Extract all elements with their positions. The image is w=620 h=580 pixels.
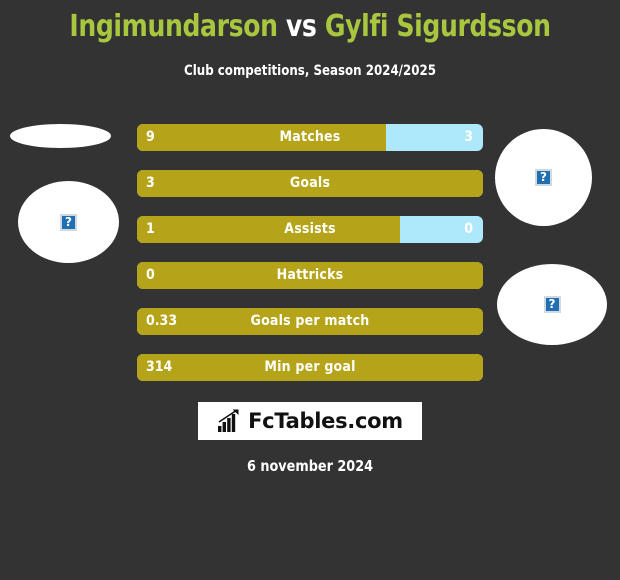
broken-image-icon: ? xyxy=(535,169,552,186)
stat-label: Matches xyxy=(279,129,341,145)
broken-image-icon: ? xyxy=(60,213,77,231)
logo-text: FcTables.com xyxy=(248,409,403,433)
stat-bar-row: 0.33 Goals per match xyxy=(137,308,483,335)
broken-image-glyph: ? xyxy=(540,170,547,184)
stat-bar-row: 3 Goals xyxy=(137,170,483,197)
stat-label: Min per goal xyxy=(264,359,356,375)
stat-bar-row: 9 Matches 3 xyxy=(137,124,483,151)
broken-image-glyph: ? xyxy=(65,214,72,229)
stat-label: Hattricks xyxy=(276,267,344,283)
footer-date: 6 november 2024 xyxy=(246,457,374,475)
stat-bar-list: 9 Matches 3 3 Goals 1 Assists 0 0 Hattricks 0.33 Go… xyxy=(137,124,483,400)
stat-bar-row: 1 Assists 0 xyxy=(137,216,483,243)
broken-image-glyph: ? xyxy=(548,297,556,311)
avatar-left-main: ? xyxy=(18,181,119,263)
bar-chart-arrow-icon xyxy=(218,409,239,432)
stat-bar-row: 0 Hattricks xyxy=(137,262,483,289)
avatar-left-top xyxy=(10,124,111,148)
versus-label: vs xyxy=(285,9,317,44)
stat-label: Goals per match xyxy=(250,313,370,329)
player-right-name: Gylfi Sigurdsson xyxy=(324,9,551,44)
avatar-right-main: ? xyxy=(497,264,607,345)
player-left-name: Ingimundarson xyxy=(69,9,278,44)
page-subtitle: Club competitions, Season 2024/2025 xyxy=(184,63,436,79)
avatar-right-top: ? xyxy=(495,129,592,226)
stat-bar-row: 314 Min per goal xyxy=(137,354,483,381)
comparison-infographic: Ingimundarson vs Gylfi Sigurdsson Club c… xyxy=(0,0,620,580)
broken-image-icon: ? xyxy=(543,296,561,313)
fctables-logo[interactable]: FcTables.com xyxy=(198,402,422,440)
stat-label: Assists xyxy=(284,221,336,237)
stat-value-right: 3 xyxy=(464,129,473,145)
page-title: Ingimundarson vs Gylfi Sigurdsson xyxy=(22,10,599,44)
stat-label: Goals xyxy=(289,175,331,191)
stat-value-right: 0 xyxy=(464,221,473,237)
